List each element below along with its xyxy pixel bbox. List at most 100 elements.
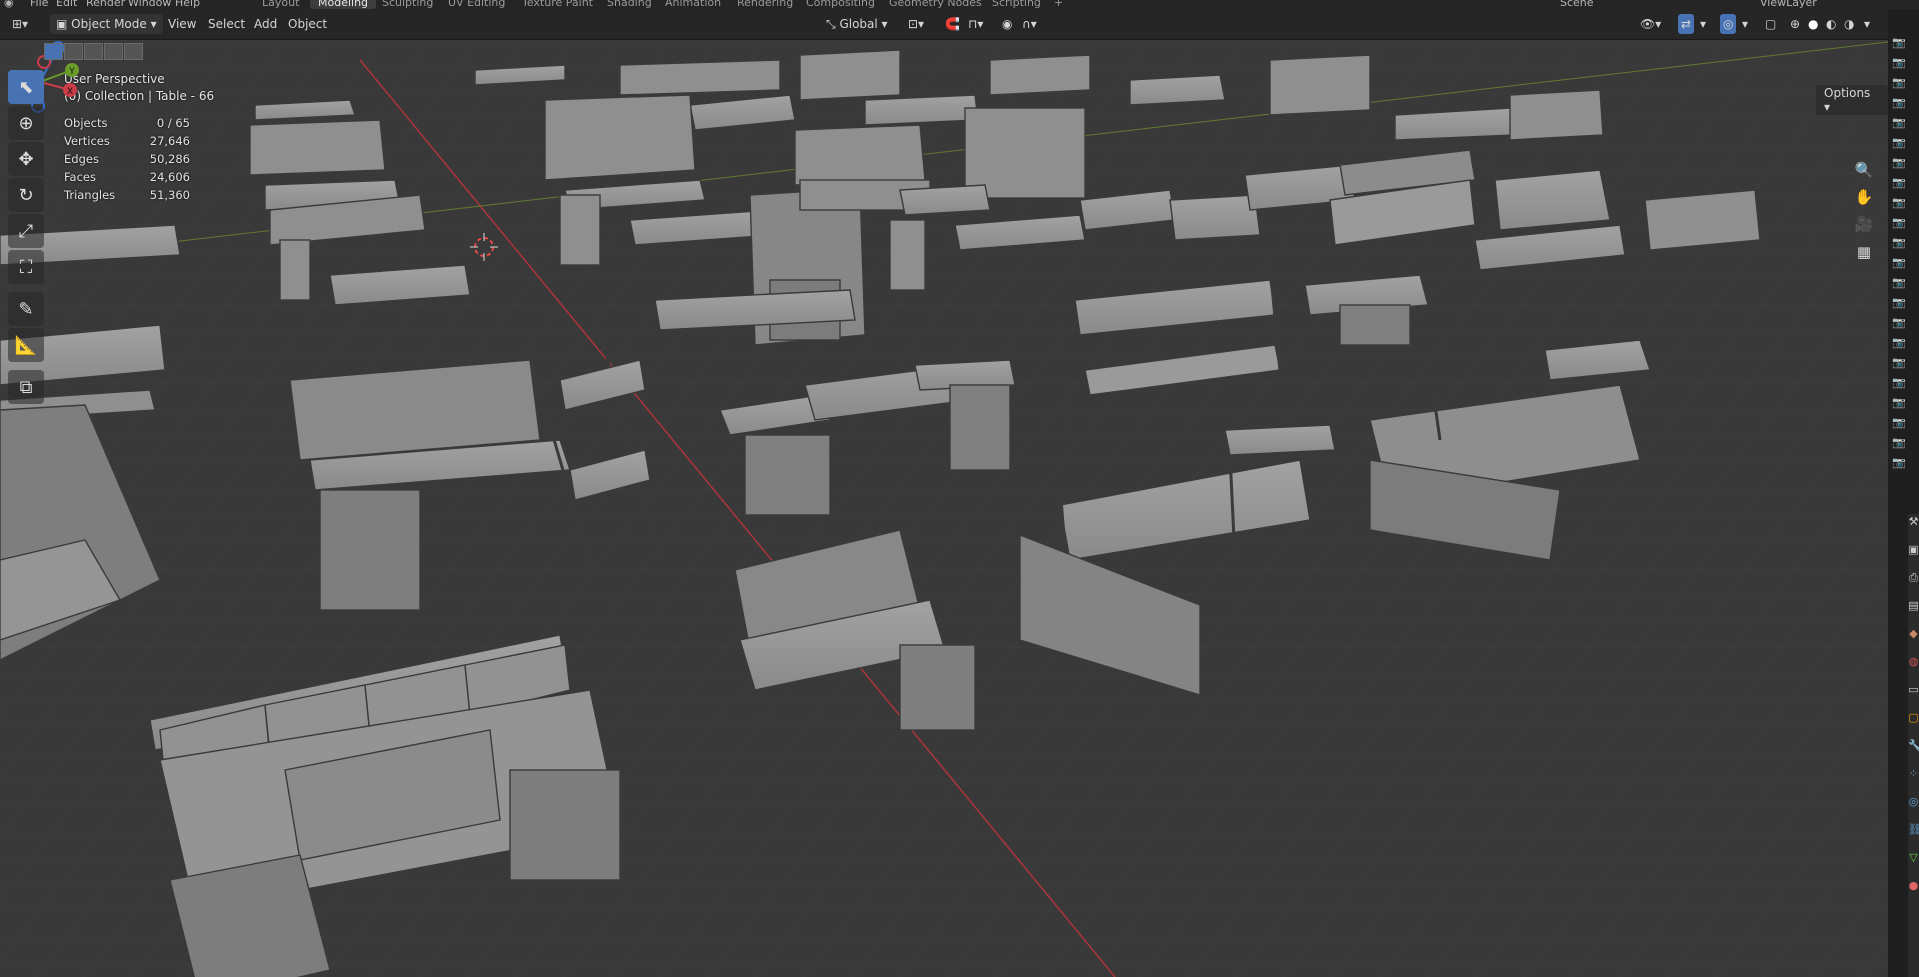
camera-icon[interactable]: 📷 <box>1892 37 1906 49</box>
zoom-icon[interactable]: 🔍 <box>1852 158 1876 182</box>
hand-icon[interactable]: ✋ <box>1852 185 1876 209</box>
gizmo-toggle-icon[interactable]: ⇄ <box>1678 14 1695 34</box>
tab-shading[interactable]: Shading <box>607 0 652 9</box>
tool-properties-icon[interactable]: ⚒ <box>1908 514 1919 530</box>
select-intersect-icon[interactable] <box>124 43 143 60</box>
scene-selector[interactable]: Scene <box>1560 0 1594 9</box>
snap-target-icon[interactable]: ⊓▾ <box>968 14 983 34</box>
tab-sculpting[interactable]: Sculpting <box>382 0 433 9</box>
transform-icon[interactable]: ⛶ <box>8 250 44 284</box>
tab-rendering[interactable]: Rendering <box>737 0 793 9</box>
select-extend-icon[interactable] <box>64 43 83 60</box>
camera-icon[interactable]: 📷 <box>1892 57 1906 69</box>
editor-type-icon[interactable]: ⊞▾ <box>12 14 28 34</box>
camera-icon[interactable]: 📷 <box>1892 437 1906 449</box>
mesh-data-icon[interactable]: ▽ <box>1908 850 1919 866</box>
camera-icon[interactable]: 📷 <box>1892 217 1906 229</box>
solid-shading-icon[interactable]: ● <box>1808 14 1818 34</box>
menu-render[interactable]: Render <box>86 0 125 9</box>
material-icon[interactable]: ● <box>1908 878 1919 894</box>
camera-icon[interactable]: 📷 <box>1892 317 1906 329</box>
tab-scripting[interactable]: Scripting <box>992 0 1041 9</box>
camera-icon[interactable]: 📷 <box>1892 357 1906 369</box>
move-icon[interactable]: ✥ <box>8 142 44 176</box>
visibility-icon[interactable]: 👁▾ <box>1640 14 1661 34</box>
snap-icon[interactable]: 🧲 <box>945 14 960 34</box>
viewlayer-selector[interactable]: ViewLayer <box>1760 0 1817 9</box>
select-subtract-icon[interactable] <box>84 43 103 60</box>
camera-icon[interactable]: 📷 <box>1892 257 1906 269</box>
transform-orientation-dropdown[interactable]: ⤡ Global ▾ <box>826 14 888 34</box>
render-properties-icon[interactable]: ▣ <box>1908 542 1919 558</box>
tab-compositing[interactable]: Compositing <box>806 0 875 9</box>
tool-shelf: ⬉ ⊕ ✥ ↻ ⤢ ⛶ ✎ 📐 ⧉ <box>8 70 46 406</box>
camera-icon[interactable]: 📷 <box>1892 97 1906 109</box>
select-invert-icon[interactable] <box>104 43 123 60</box>
rendered-shading-icon[interactable]: ◑ <box>1844 14 1854 34</box>
add-cube-icon[interactable]: ⧉ <box>8 370 44 404</box>
tab-geometry-nodes[interactable]: Geometry Nodes <box>889 0 982 9</box>
menu-object[interactable]: Object <box>288 14 327 34</box>
camera-icon[interactable]: 📷 <box>1892 377 1906 389</box>
camera-icon[interactable]: 📷 <box>1892 397 1906 409</box>
camera-icon[interactable]: 📷 <box>1892 197 1906 209</box>
tab-uv-editing[interactable]: UV Editing <box>448 0 505 9</box>
camera-icon[interactable]: 📷 <box>1892 417 1906 429</box>
tab-animation[interactable]: Animation <box>665 0 721 9</box>
camera-icon[interactable]: 📷 <box>1892 337 1906 349</box>
camera-icon[interactable]: 📷 <box>1892 297 1906 309</box>
camera-icon[interactable]: 📷 <box>1892 157 1906 169</box>
menu-edit[interactable]: Edit <box>56 0 77 9</box>
proportional-edit-icon[interactable]: ◉ <box>1002 14 1012 34</box>
camera-icon[interactable]: 📷 <box>1892 117 1906 129</box>
physics-icon[interactable]: ◎ <box>1908 794 1919 810</box>
menu-help[interactable]: Help <box>175 0 200 9</box>
tab-texture-paint[interactable]: Texture Paint <box>522 0 593 9</box>
scene-icon[interactable]: ◆ <box>1908 626 1919 642</box>
camera-icon[interactable]: 📷 <box>1892 177 1906 189</box>
annotate-icon[interactable]: ✎ <box>8 292 44 326</box>
menu-file[interactable]: File <box>30 0 48 9</box>
menu-window[interactable]: Window <box>128 0 171 9</box>
pivot-point-icon[interactable]: ⊡▾ <box>908 14 924 34</box>
menu-select[interactable]: Select <box>208 14 245 34</box>
options-dropdown[interactable]: Options ▾ <box>1816 85 1888 115</box>
menu-add[interactable]: Add <box>254 14 277 34</box>
modifier-wrench-icon[interactable]: 🔧 <box>1908 738 1919 754</box>
xray-icon[interactable]: ▢ <box>1765 14 1776 34</box>
camera-icon[interactable]: 📷 <box>1892 77 1906 89</box>
blender-logo-icon[interactable]: ◉ <box>4 0 14 9</box>
collection-icon[interactable]: ▭ <box>1908 682 1919 698</box>
scale-icon[interactable]: ⤢ <box>8 214 44 248</box>
tab-layout[interactable]: Layout <box>262 0 299 9</box>
overlays-toggle-icon[interactable]: ◎ <box>1720 14 1737 34</box>
3d-viewport[interactable]: User Perspective (0) Collection | Table … <box>0 40 1888 977</box>
object-icon[interactable]: ▢ <box>1908 710 1919 726</box>
world-icon[interactable]: ◍ <box>1908 654 1919 670</box>
camera-icon[interactable]: 📷 <box>1892 237 1906 249</box>
mode-dropdown[interactable]: ▣ Object Mode ▾ <box>50 14 163 34</box>
measure-icon[interactable]: 📐 <box>8 328 44 362</box>
camera-icon[interactable]: 📷 <box>1892 277 1906 289</box>
grid-icon[interactable]: ▦ <box>1852 240 1876 264</box>
camera-icon[interactable]: 📷 <box>1892 137 1906 149</box>
cursor-select-icon[interactable]: ⬉ <box>8 70 44 104</box>
output-properties-icon[interactable]: ⎙ <box>1908 570 1919 586</box>
shading-dropdown-icon[interactable]: ▾ <box>1864 14 1870 34</box>
select-new-icon[interactable] <box>44 43 63 60</box>
3d-cursor-tool-icon[interactable]: ⊕ <box>8 106 44 140</box>
rotate-icon[interactable]: ↻ <box>8 178 44 212</box>
gizmo-dropdown-icon[interactable]: ▾ <box>1700 14 1706 34</box>
camera-icon[interactable]: 📷 <box>1892 457 1906 469</box>
add-workspace-button[interactable]: + <box>1054 0 1063 9</box>
overlays-dropdown-icon[interactable]: ▾ <box>1742 14 1748 34</box>
material-shading-icon[interactable]: ◐ <box>1826 14 1836 34</box>
menu-view[interactable]: View <box>168 14 196 34</box>
particles-icon[interactable]: ⁘ <box>1908 766 1919 782</box>
falloff-icon[interactable]: ∩▾ <box>1022 14 1037 34</box>
tab-modeling[interactable]: Modeling <box>310 0 377 9</box>
camera-icon[interactable]: 🎥 <box>1852 212 1876 236</box>
view-layer-icon[interactable]: ▤ <box>1908 598 1919 614</box>
wireframe-shading-icon[interactable]: ⊕ <box>1790 14 1800 34</box>
constraints-icon[interactable]: ⛓ <box>1908 822 1919 838</box>
